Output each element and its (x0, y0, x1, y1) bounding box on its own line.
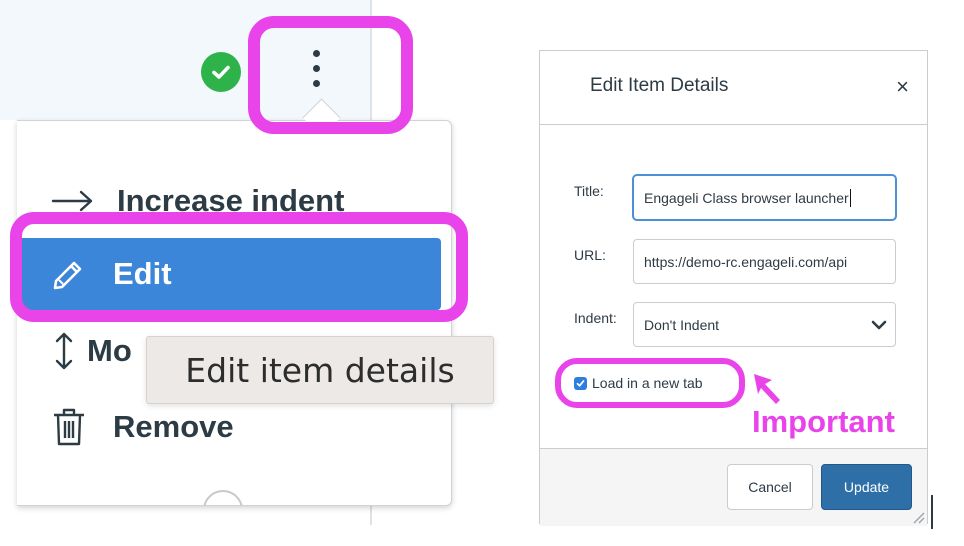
title-value: Engageli Class browser launcher (644, 189, 849, 206)
indent-value: Don't Indent (644, 316, 720, 333)
highlight-load-new-tab (555, 358, 745, 408)
resize-grip-icon[interactable] (911, 510, 925, 524)
indent-label: Indent: (574, 310, 617, 326)
indent-select[interactable]: Don't Indent (633, 302, 896, 347)
text-cursor (849, 188, 851, 207)
arrow-right-icon (43, 189, 103, 213)
partial-circle-icon (203, 490, 243, 506)
tooltip: Edit item details (146, 336, 494, 404)
menu-item-move[interactable]: Mo (17, 329, 132, 373)
highlight-edit (10, 212, 468, 322)
cancel-button[interactable]: Cancel (727, 464, 813, 510)
close-icon[interactable]: × (896, 76, 909, 98)
dialog-footer: Cancel Update (540, 448, 927, 526)
menu-item-label: Mo (87, 333, 132, 368)
menu-item-label: Remove (113, 409, 234, 444)
update-button[interactable]: Update (821, 464, 912, 510)
trash-icon (39, 407, 99, 447)
url-value: https://demo-rc.engageli.com/api (644, 253, 848, 270)
highlight-kebab (248, 16, 413, 134)
dialog-title: Edit Item Details (590, 75, 729, 96)
edit-item-dialog: Edit Item Details × Title: Engageli Clas… (539, 50, 928, 526)
menu-item-remove[interactable]: Remove (17, 405, 234, 449)
url-input[interactable]: https://demo-rc.engageli.com/api (633, 239, 896, 284)
chevron-down-icon (871, 317, 887, 333)
dialog-header: Edit Item Details × (540, 51, 927, 125)
text-cursor-line (931, 495, 933, 529)
url-label: URL: (574, 247, 606, 263)
move-arrows-icon (51, 331, 77, 371)
title-label: Title: (574, 183, 604, 199)
published-check-icon[interactable] (201, 52, 241, 92)
title-input[interactable]: Engageli Class browser launcher (633, 175, 896, 220)
important-annotation: Important (752, 404, 895, 439)
